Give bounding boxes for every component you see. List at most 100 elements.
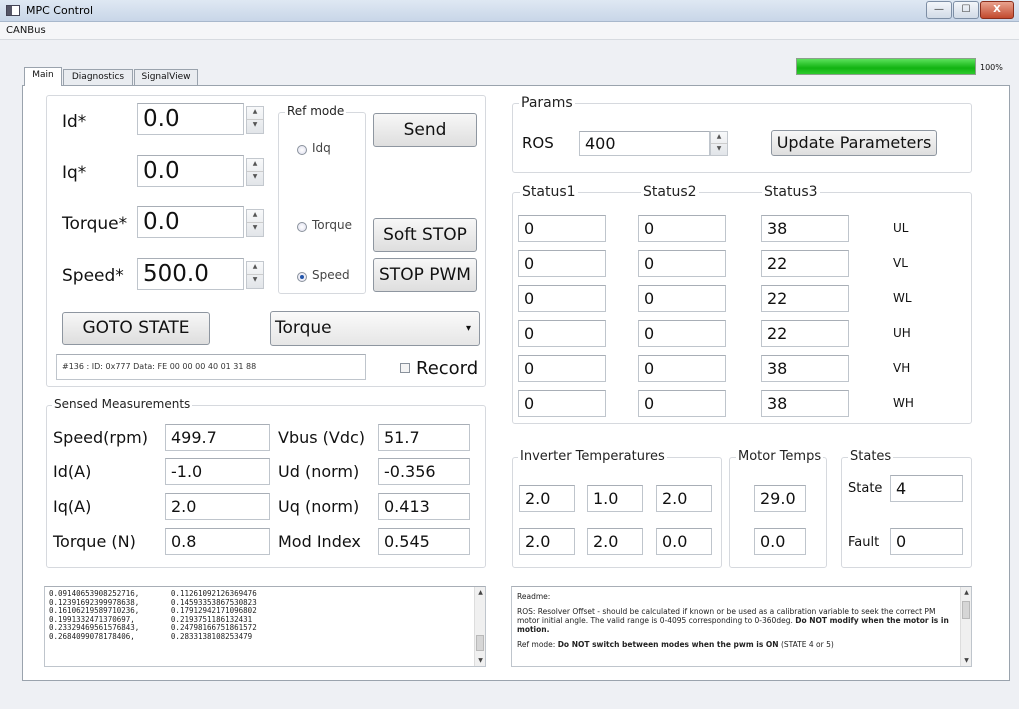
goto-state-button[interactable]: GOTO STATE xyxy=(62,312,210,345)
readme-textarea[interactable]: Readme: ROS: Resolver Offset - should be… xyxy=(511,586,972,667)
down-arrow-icon[interactable]: ▼ xyxy=(247,120,263,133)
readme-refmode-paragraph: Ref mode: Do NOT switch between modes wh… xyxy=(517,640,955,649)
status1-value: 0 xyxy=(518,390,606,417)
params-title: Params xyxy=(519,95,575,111)
id-label: Id* xyxy=(62,112,87,132)
status3-value: 22 xyxy=(761,250,849,277)
status3-value: 38 xyxy=(761,215,849,242)
status3-value: 22 xyxy=(761,285,849,312)
state-label: State xyxy=(848,481,883,496)
up-arrow-icon[interactable]: ▲ xyxy=(247,262,263,275)
status1-value: 0 xyxy=(518,215,606,242)
motor-temps-title: Motor Temps xyxy=(736,449,824,464)
menu-bar: CANBus xyxy=(0,22,1019,40)
state-select[interactable]: Torque ▾ xyxy=(270,311,480,346)
radio-torque[interactable] xyxy=(297,222,307,232)
up-arrow-icon[interactable]: ▲ xyxy=(247,159,263,172)
scroll-up-icon[interactable]: ▲ xyxy=(475,589,486,596)
status2-header: Status2 xyxy=(641,184,699,200)
id-stepper[interactable]: ▲ ▼ xyxy=(246,106,264,134)
torque-label: Torque* xyxy=(62,214,128,234)
state-value: 4 xyxy=(890,475,963,502)
scroll-down-icon[interactable]: ▼ xyxy=(475,657,486,664)
down-arrow-icon[interactable]: ▼ xyxy=(711,144,727,156)
torque-input[interactable]: 0.0 xyxy=(137,206,244,238)
status1-value: 0 xyxy=(518,285,606,312)
status3-header: Status3 xyxy=(762,184,820,200)
chevron-down-icon: ▾ xyxy=(465,323,471,334)
scroll-thumb[interactable] xyxy=(476,635,484,651)
update-parameters-button[interactable]: Update Parameters xyxy=(771,130,937,156)
fault-value: 0 xyxy=(890,528,963,555)
ros-stepper[interactable]: ▲ ▼ xyxy=(710,131,728,156)
ud-norm-label: Ud (norm) xyxy=(278,462,360,481)
iq-stepper[interactable]: ▲ ▼ xyxy=(246,158,264,186)
app-icon xyxy=(6,5,20,16)
down-arrow-icon[interactable]: ▼ xyxy=(247,172,263,185)
id-input[interactable]: 0.0 xyxy=(137,103,244,135)
inverter-temp-value: 2.0 xyxy=(519,528,575,555)
inverter-temps-title: Inverter Temperatures xyxy=(518,449,667,464)
status-tag: WH xyxy=(893,396,914,410)
status3-value: 38 xyxy=(761,355,849,382)
speed-stepper[interactable]: ▲ ▼ xyxy=(246,261,264,289)
radio-speed-label[interactable]: Speed xyxy=(312,268,350,282)
stop-pwm-button[interactable]: STOP PWM xyxy=(373,258,477,292)
radio-torque-label[interactable]: Torque xyxy=(312,218,352,232)
ref-mode-title: Ref mode xyxy=(285,104,347,118)
readme-heading: Readme: xyxy=(517,592,551,601)
iq-input[interactable]: 0.0 xyxy=(137,155,244,187)
uq-norm-value: 0.413 xyxy=(378,493,470,520)
status2-value: 0 xyxy=(638,390,726,417)
status-tag: WL xyxy=(893,291,912,305)
record-checkbox[interactable] xyxy=(400,363,410,373)
scroll-thumb[interactable] xyxy=(962,601,970,619)
scroll-down-icon[interactable]: ▼ xyxy=(961,657,972,664)
down-arrow-icon[interactable]: ▼ xyxy=(247,275,263,288)
tab-main[interactable]: Main xyxy=(24,67,62,86)
mod-index-value: 0.545 xyxy=(378,528,470,555)
progress-bar xyxy=(796,58,976,75)
iq-label: Iq* xyxy=(62,163,87,183)
inverter-temp-value: 2.0 xyxy=(587,528,643,555)
speed-rpm-label: Speed(rpm) xyxy=(53,428,148,447)
status2-value: 0 xyxy=(638,285,726,312)
status2-value: 0 xyxy=(638,215,726,242)
minimize-button[interactable]: — xyxy=(926,1,952,19)
inverter-temp-value: 1.0 xyxy=(587,485,643,512)
radio-idq-label[interactable]: Idq xyxy=(312,141,331,155)
readme-scrollbar[interactable]: ▲ ▼ xyxy=(960,587,971,666)
ros-input[interactable]: 400 xyxy=(579,131,710,156)
speed-input[interactable]: 500.0 xyxy=(137,258,244,290)
motor-temp-value: 0.0 xyxy=(754,528,806,555)
speed-label: Speed* xyxy=(62,266,124,286)
radio-idq[interactable] xyxy=(297,145,307,155)
readme-refmode-tail: (STATE 4 or 5) xyxy=(780,640,834,649)
down-arrow-icon[interactable]: ▼ xyxy=(247,223,263,236)
can-message-field: #136 : ID: 0x777 Data: FE 00 00 00 40 01… xyxy=(56,354,366,380)
menu-canbus[interactable]: CANBus xyxy=(6,25,46,36)
up-arrow-icon[interactable]: ▲ xyxy=(247,210,263,223)
up-arrow-icon[interactable]: ▲ xyxy=(711,132,727,144)
scroll-up-icon[interactable]: ▲ xyxy=(961,589,972,596)
tab-diagnostics[interactable]: Diagnostics xyxy=(63,69,133,85)
mod-index-label: Mod Index xyxy=(278,532,361,551)
data-log-scrollbar[interactable]: ▲ ▼ xyxy=(474,587,485,666)
speed-rpm-value: 499.7 xyxy=(165,424,270,451)
up-arrow-icon[interactable]: ▲ xyxy=(247,107,263,120)
states-title: States xyxy=(848,449,894,464)
tab-signalview[interactable]: SignalView xyxy=(134,69,198,85)
ud-norm-value: -0.356 xyxy=(378,458,470,485)
close-button[interactable]: X xyxy=(980,1,1014,19)
maximize-button[interactable]: ☐ xyxy=(953,1,979,19)
id-a-value: -1.0 xyxy=(165,458,270,485)
data-log-textarea[interactable]: 0.09140653908252716, 0.11261092126369476… xyxy=(44,586,486,667)
status-tag: VL xyxy=(893,256,908,270)
status-tag: UL xyxy=(893,221,909,235)
torque-stepper[interactable]: ▲ ▼ xyxy=(246,209,264,237)
soft-stop-button[interactable]: Soft STOP xyxy=(373,218,477,252)
motor-temp-value: 29.0 xyxy=(754,485,806,512)
send-button[interactable]: Send xyxy=(373,113,477,147)
radio-speed[interactable] xyxy=(297,272,307,282)
record-label[interactable]: Record xyxy=(416,358,478,379)
